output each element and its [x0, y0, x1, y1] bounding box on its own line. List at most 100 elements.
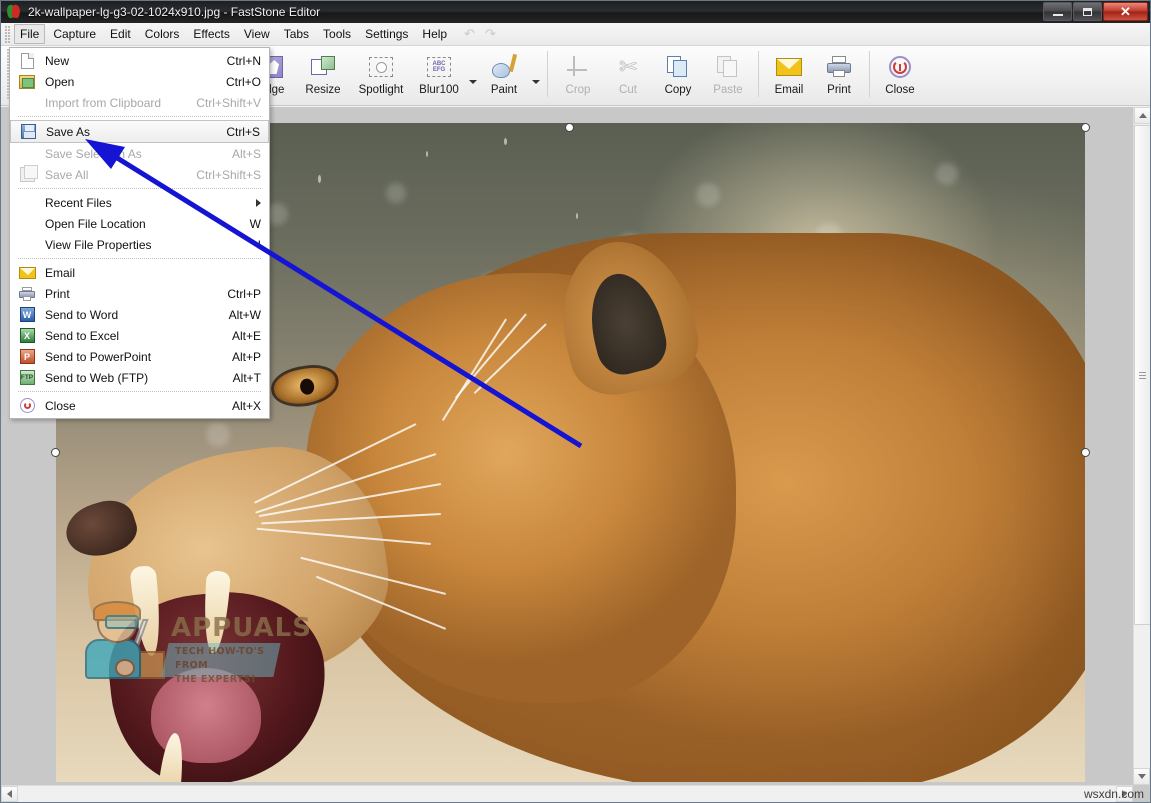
menu-item-save-all: Save All Ctrl+Shift+S: [10, 164, 269, 185]
menu-item-label: Open File Location: [45, 216, 146, 231]
vertical-scroll-thumb[interactable]: [1134, 125, 1150, 625]
toolbar-separator-4: [869, 51, 870, 97]
appuals-watermark-logo: APPUALS TECH HOW-TO'S FROM THE EXPERTS!: [79, 601, 311, 685]
menu-item-label: Print: [45, 286, 70, 301]
paint-icon: [492, 51, 518, 83]
toolbar-copy[interactable]: Copy: [653, 46, 703, 102]
menu-item-send-to-excel[interactable]: X Send to Excel Alt+E: [10, 325, 269, 346]
word-icon: W: [18, 306, 36, 323]
toolbar-copy-label: Copy: [664, 84, 692, 96]
menu-item-new[interactable]: New Ctrl+N: [10, 50, 269, 71]
menu-item-label: Save Selection As: [45, 146, 142, 161]
selection-handle-top-right[interactable]: [1081, 123, 1090, 132]
scroll-left-button[interactable]: [1, 786, 18, 802]
menu-file[interactable]: File: [14, 24, 46, 44]
window-controls: ✕: [1043, 2, 1148, 22]
new-file-icon: [18, 52, 36, 69]
minimize-button[interactable]: [1043, 2, 1072, 21]
selection-handle-right[interactable]: [1081, 448, 1090, 457]
menu-item-close[interactable]: Close Alt+X: [10, 395, 269, 416]
menu-item-label: Send to Web (FTP): [45, 370, 149, 385]
file-menu-dropdown[interactable]: New Ctrl+N Open Ctrl+O Import from Clipb…: [9, 47, 270, 419]
menu-view[interactable]: View: [238, 24, 276, 44]
menu-help[interactable]: Help: [416, 24, 453, 44]
powerpoint-icon: P: [18, 348, 36, 365]
menu-item-shortcut: I: [257, 237, 261, 252]
spotlight-icon: [369, 51, 393, 83]
toolbar-email-label: Email: [774, 84, 804, 96]
scissors-icon: ✄: [618, 54, 638, 79]
menu-item-label: Send to Excel: [45, 328, 120, 343]
toolbar-close[interactable]: Close: [875, 46, 925, 102]
menu-item-send-to-web-ftp[interactable]: FTP Send to Web (FTP) Alt+T: [10, 367, 269, 388]
menu-item-email[interactable]: Email: [10, 262, 269, 283]
toolbar-print-label: Print: [827, 84, 851, 96]
menu-item-shortcut: Ctrl+P: [227, 286, 261, 301]
print-menu-icon: [18, 285, 36, 302]
menu-tools[interactable]: Tools: [317, 24, 357, 44]
menu-item-open-file-location[interactable]: Open File Location W: [10, 213, 269, 234]
selection-handle-top[interactable]: [565, 123, 574, 132]
scroll-corner-button[interactable]: [1133, 768, 1150, 785]
toolbar-print[interactable]: Print: [814, 46, 864, 102]
menu-separator: [18, 391, 261, 392]
toolbar-separator-3: [758, 51, 759, 97]
menu-item-open[interactable]: Open Ctrl+O: [10, 71, 269, 92]
appuals-subtitle-line2: THE EXPERTS!: [175, 674, 256, 685]
menu-drag-grip[interactable]: [5, 25, 10, 43]
menu-item-print[interactable]: Print Ctrl+P: [10, 283, 269, 304]
menu-effects[interactable]: Effects: [187, 24, 235, 44]
menu-item-shortcut: Ctrl+S: [226, 124, 260, 139]
menu-item-shortcut: Ctrl+Shift+V: [196, 95, 261, 110]
menu-item-shortcut: Ctrl+N: [226, 53, 261, 68]
close-button[interactable]: ✕: [1103, 2, 1148, 21]
menu-separator: [18, 116, 261, 117]
save-disk-icon: [19, 123, 37, 140]
menu-item-shortcut: Alt+T: [232, 370, 261, 385]
horizontal-scrollbar[interactable]: [1, 785, 1133, 802]
toolbar-paint-label: Paint: [490, 84, 518, 96]
menu-item-save-as[interactable]: Save As Ctrl+S: [10, 120, 269, 143]
redo-arrow-icon[interactable]: ↷: [485, 26, 496, 42]
menu-edit[interactable]: Edit: [104, 24, 137, 44]
menu-item-send-to-powerpoint[interactable]: P Send to PowerPoint Alt+P: [10, 346, 269, 367]
excel-icon: X: [18, 327, 36, 344]
blur-dropdown-caret[interactable]: [466, 46, 479, 102]
window-title: 2k-wallpaper-lg-g3-02-1024x910.jpg - Fas…: [28, 5, 321, 19]
toolbar-blur[interactable]: ABC EFG Blur100: [412, 46, 466, 102]
menu-separator: [18, 188, 261, 189]
toolbar-spotlight[interactable]: Spotlight: [350, 46, 412, 102]
maximize-button[interactable]: [1073, 2, 1102, 21]
vertical-scrollbar[interactable]: [1133, 107, 1150, 785]
power-close-icon: [889, 51, 911, 83]
menu-capture[interactable]: Capture: [47, 24, 102, 44]
menu-item-recent-files[interactable]: Recent Files: [10, 192, 269, 213]
menu-colors[interactable]: Colors: [139, 24, 186, 44]
scroll-corner-arrow-icon: [1137, 774, 1146, 779]
print-icon: [827, 51, 851, 83]
menu-tabs[interactable]: Tabs: [278, 24, 315, 44]
scroll-up-button[interactable]: [1134, 107, 1150, 124]
menu-item-label: Import from Clipboard: [45, 95, 162, 110]
close-power-icon: [18, 397, 36, 414]
menu-item-shortcut: Alt+S: [231, 146, 261, 161]
copy-icon: [667, 51, 689, 83]
toolbar-email[interactable]: Email: [764, 46, 814, 102]
menu-item-label: Recent Files: [45, 195, 112, 210]
paint-dropdown-caret[interactable]: [529, 46, 542, 102]
menu-item-shortcut: Ctrl+Shift+S: [196, 167, 261, 182]
menu-item-send-to-word[interactable]: W Send to Word Alt+W: [10, 304, 269, 325]
toolbar-resize[interactable]: Resize: [296, 46, 350, 102]
selection-handle-left[interactable]: [51, 448, 60, 457]
toolbar-paint[interactable]: Paint: [479, 46, 529, 102]
menu-item-label: View File Properties: [45, 237, 152, 252]
menu-item-label: Open: [45, 74, 75, 89]
toolbar-paste-label: Paste: [713, 84, 743, 96]
menu-item-shortcut: W: [249, 216, 261, 231]
toolbar-spotlight-label: Spotlight: [358, 84, 404, 96]
menu-settings[interactable]: Settings: [359, 24, 414, 44]
email-icon: [776, 51, 802, 83]
menu-item-view-file-properties[interactable]: View File Properties I: [10, 234, 269, 255]
undo-arrow-icon[interactable]: ↶: [464, 26, 475, 42]
menu-item-label: Send to Word: [45, 307, 119, 322]
